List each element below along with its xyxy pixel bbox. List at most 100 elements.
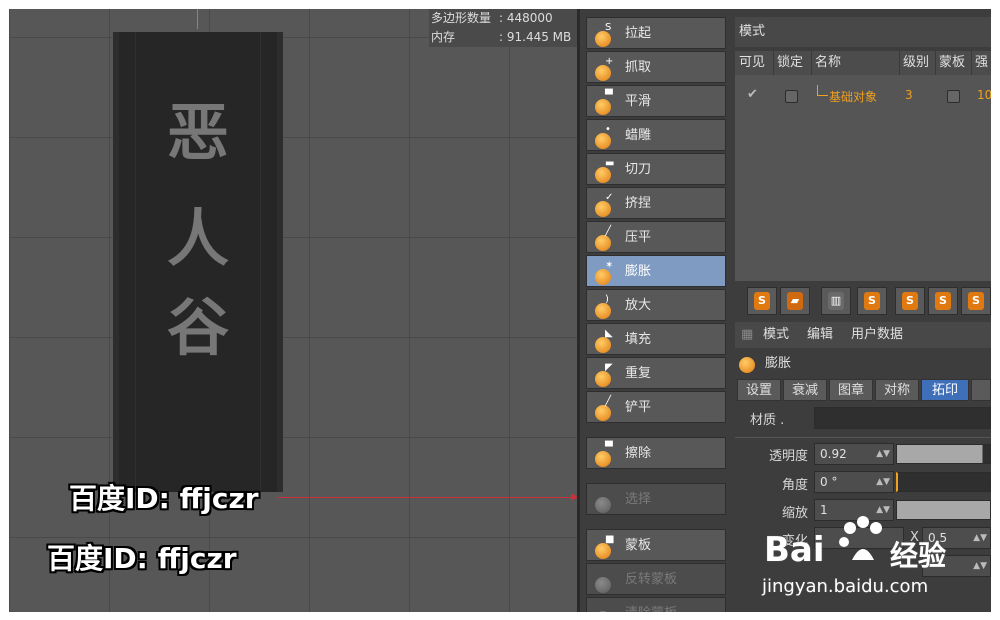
y-axis-line (197, 9, 198, 29)
flatten-icon: ╱ (593, 227, 615, 251)
tool-grab-button[interactable]: + 抓取 (586, 51, 726, 83)
delete-layer-button[interactable]: ▥ (821, 287, 851, 315)
tool-wax-button[interactable]: • 蜡雕 (586, 119, 726, 151)
tool-invert-mask-button[interactable]: 反转蒙板 (586, 563, 726, 595)
stat-value: : 91.445 MB (499, 30, 572, 44)
magnify-icon: ) (593, 295, 615, 319)
object-name: 膨胀 (765, 356, 792, 371)
select-icon (593, 489, 615, 513)
plaque-object[interactable]: 恶 人 谷 (113, 32, 283, 492)
remove-layer-button[interactable]: S (857, 287, 887, 315)
inflate-object-icon (739, 355, 757, 373)
erase-icon: ▀ (593, 443, 615, 467)
angle-slider[interactable] (896, 472, 991, 492)
plaque-char-2: 人 (166, 202, 229, 275)
tool-magnify-button[interactable]: ) 放大 (586, 289, 726, 321)
tool-knife-button[interactable]: ▬ 切刀 (586, 153, 726, 185)
clear-mask-icon (593, 603, 615, 612)
tab-stamp[interactable]: 图章 (829, 379, 873, 401)
watermark-text: 百度ID: ffjczr (47, 542, 237, 575)
pull-icon: S (593, 23, 615, 47)
repeat-icon: ◤ (593, 363, 615, 387)
menu-edit[interactable]: 编辑 (807, 322, 833, 348)
inflate-icon: ✶ (593, 261, 615, 285)
col-level[interactable]: 级别 (903, 51, 929, 75)
material-field[interactable] (814, 407, 991, 429)
tool-fill-button[interactable]: ◣ 填充 (586, 323, 726, 355)
x-axis-line (277, 497, 577, 498)
section-divider (735, 437, 991, 438)
layer-toolbar: S ▰ ▥ S S S S (735, 281, 991, 321)
wax-icon: • (593, 125, 615, 149)
stat-row: 多边形数量 : 448000 (429, 9, 577, 28)
opacity-field[interactable]: 0.92 ▲▼ (814, 443, 894, 465)
attribute-menu-bar: ▦ 模式 编辑 用户数据 (735, 322, 991, 348)
baidu-logo-text: Bai (764, 530, 825, 570)
tool-pinch-button[interactable]: ✓ 挤捏 (586, 187, 726, 219)
col-name[interactable]: 名称 (815, 51, 841, 75)
stat-value: : 448000 (499, 11, 553, 25)
menu-user-data[interactable]: 用户数据 (851, 322, 903, 348)
merge-visible-button[interactable]: S (961, 287, 991, 315)
knife-icon: ▬ (593, 159, 615, 183)
object-title-bar: 膨胀 (735, 350, 991, 378)
fill-icon: ◣ (593, 329, 615, 353)
tool-pull-button[interactable]: S 拉起 (586, 17, 726, 49)
angle-field[interactable]: 0 ° ▲▼ (814, 471, 894, 493)
opacity-label: 透明度 (768, 449, 808, 464)
pinch-icon: ✓ (593, 193, 615, 217)
invert-mask-icon (593, 569, 615, 593)
mask-icon: ■ (593, 535, 615, 559)
visible-check-icon[interactable]: ✔ (747, 87, 758, 102)
layer-row[interactable]: ✔ 基础对象 3 10 (735, 85, 991, 107)
stat-label: 多边形数量 (431, 11, 492, 25)
tab-symmetry[interactable]: 对称 (875, 379, 919, 401)
bake-layer-button[interactable]: S (895, 287, 925, 315)
baidu-jingyan-logo: Bai 经验 jingyan.baidu.com (760, 510, 1000, 620)
plaque-char-1: 恶 (166, 96, 229, 169)
opacity-slider[interactable] (896, 444, 991, 464)
tool-smooth-button[interactable]: ▀ 平滑 (586, 85, 726, 117)
lock-checkbox[interactable] (785, 90, 798, 103)
tree-branch-icon (817, 85, 828, 96)
tool-mask-button[interactable]: ■ 蒙板 (586, 529, 726, 561)
col-mask[interactable]: 蒙板 (939, 51, 965, 75)
layer-mode-menu[interactable]: 模式 (735, 17, 991, 47)
watermark-text: 百度ID: ffjczr (69, 482, 259, 515)
tool-select-button[interactable]: 选择 (586, 483, 726, 515)
menu-mode[interactable]: 模式 (763, 322, 789, 348)
attribute-subtabs: 设置 衰减 图章 对称 拓印 (735, 379, 991, 403)
merge-down-button[interactable]: S (928, 287, 958, 315)
paw-icon (839, 516, 882, 560)
smooth-icon: ▀ (593, 91, 615, 115)
3d-viewport[interactable]: 恶 人 谷 多边形数量 : 448000 内存 : 91.445 MB 百度ID: … (9, 9, 577, 612)
sculpt-tool-panel: S 拉起 + 抓取 ▀ 平滑 • 蜡雕 ▬ 切刀 ✓ 挤捏 ╱ 压平 ✶ 膨胀 ) 放大 ◣ 填充 … (580, 9, 730, 612)
stat-label: 内存 (431, 30, 456, 44)
tool-scrape-button[interactable]: ╱ 铲平 (586, 391, 726, 423)
grab-icon: + (593, 57, 615, 81)
col-lock[interactable]: 锁定 (777, 51, 803, 75)
grip-icon: ▦ (741, 327, 754, 342)
stat-row: 内存 : 91.445 MB (429, 28, 577, 47)
tool-flatten-button[interactable]: ╱ 压平 (586, 221, 726, 253)
layer-strength: 10 (977, 88, 991, 102)
tool-inflate-button[interactable]: ✶ 膨胀 (586, 255, 726, 287)
tool-repeat-button[interactable]: ◤ 重复 (586, 357, 726, 389)
col-visible[interactable]: 可见 (739, 51, 765, 75)
tab-stencil[interactable]: 拓印 (921, 379, 969, 401)
add-layer-button[interactable]: S (747, 287, 777, 315)
tab-settings[interactable]: 设置 (737, 379, 781, 401)
scrape-icon: ╱ (593, 397, 615, 421)
layer-name[interactable]: 基础对象 (829, 88, 877, 105)
mask-checkbox[interactable] (947, 90, 960, 103)
layer-table-header: 可见 锁定 名称 级别 蒙板 强 (735, 51, 991, 75)
tool-erase-button[interactable]: ▀ 擦除 (586, 437, 726, 469)
col-strength[interactable]: 强 (975, 51, 988, 75)
layer-level: 3 (905, 88, 913, 102)
tab-falloff[interactable]: 衰减 (783, 379, 827, 401)
tab-more[interactable] (971, 379, 991, 401)
add-folder-button[interactable]: ▰ (780, 287, 810, 315)
angle-label: 角度 (781, 478, 808, 493)
viewport-stats: 多边形数量 : 448000 内存 : 91.445 MB (429, 9, 577, 47)
tool-clear-mask-button[interactable]: 清除蒙板 (586, 597, 726, 612)
